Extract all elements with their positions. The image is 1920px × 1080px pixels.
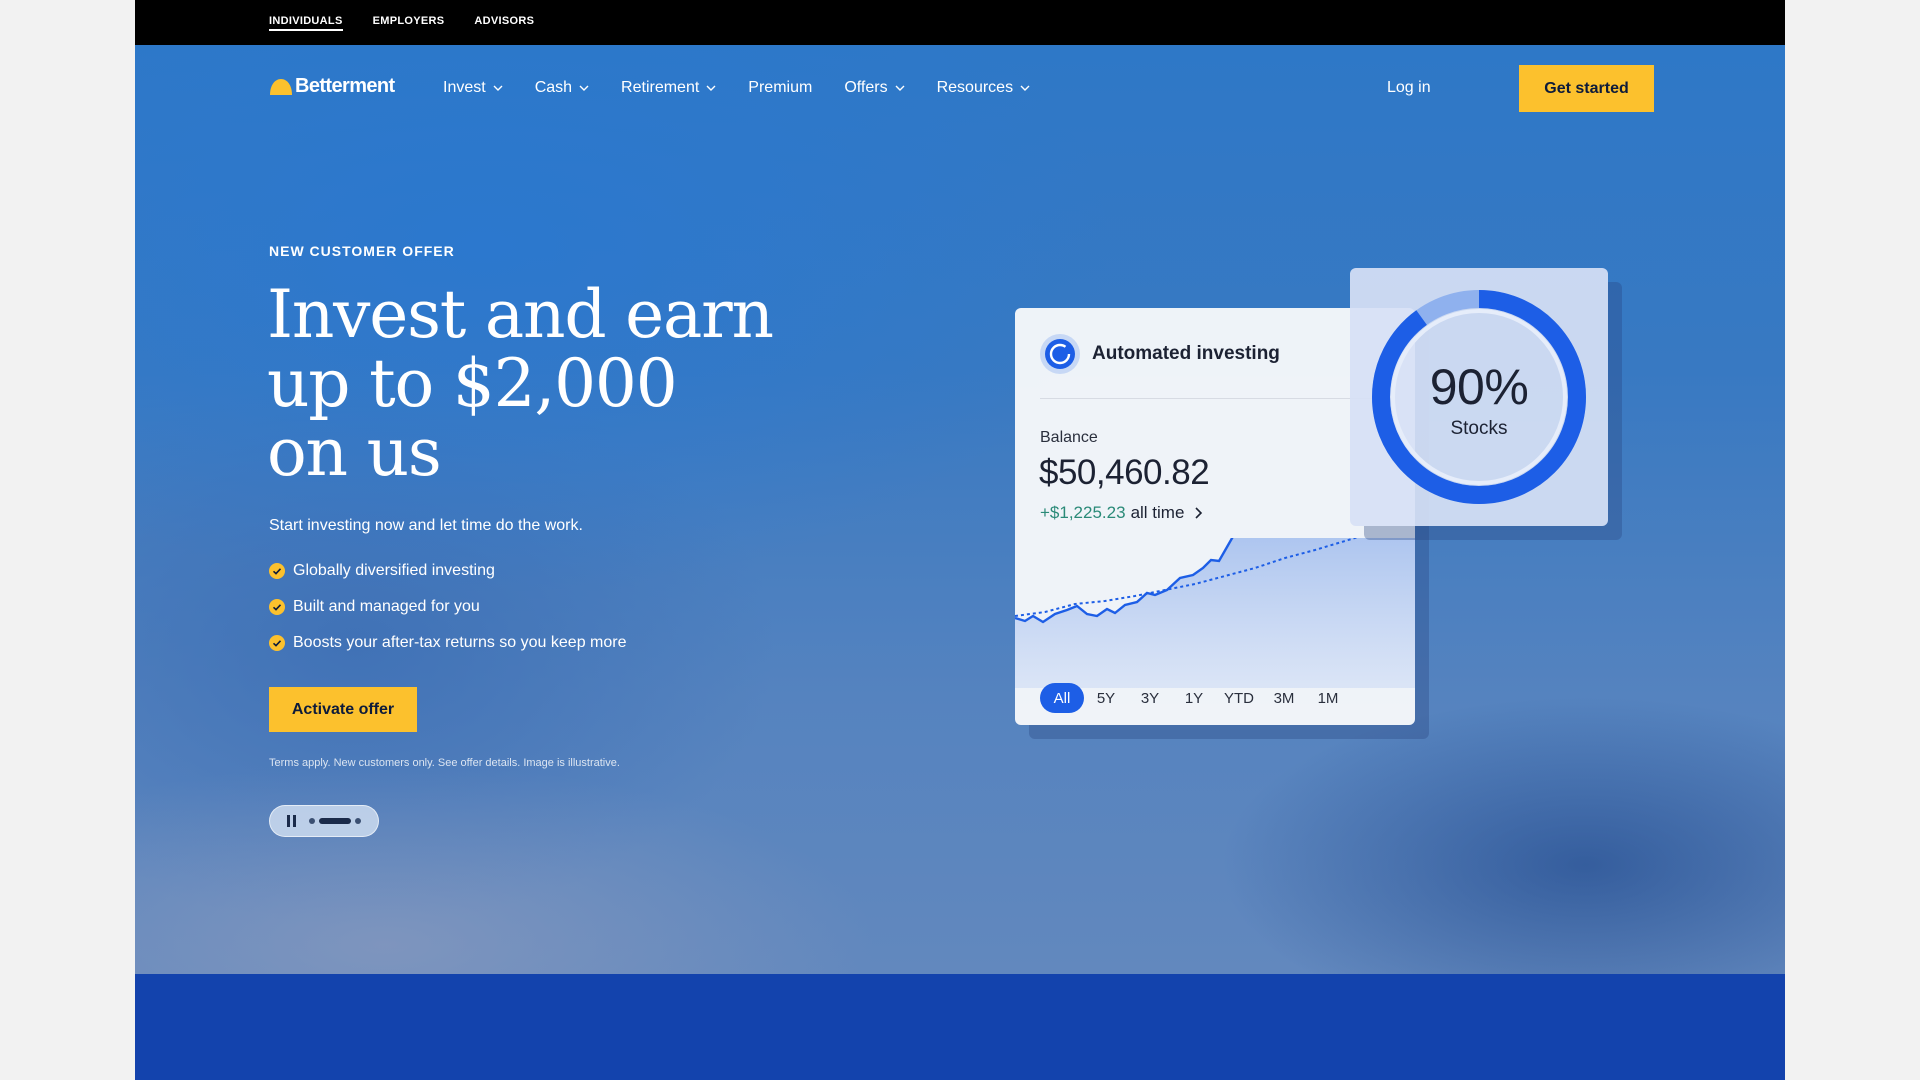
hero-subhead: Start investing now and let time do the … [269, 517, 583, 534]
range-tab-all[interactable]: All [1040, 683, 1084, 713]
range-tab-3y[interactable]: 3Y [1128, 683, 1172, 713]
carousel-dot[interactable] [309, 818, 315, 824]
check-circle-icon [269, 635, 285, 651]
benefit-text: Globally diversified investing [293, 562, 495, 579]
card-title: Automated investing [1092, 343, 1280, 364]
benefit-text: Boosts your after-tax returns so you kee… [293, 634, 627, 651]
get-started-button[interactable]: Get started [1519, 65, 1654, 112]
chevron-down-icon [706, 85, 716, 91]
nav-item-label: Retirement [621, 79, 700, 96]
nav-item-cash[interactable]: Cash [535, 79, 589, 97]
chevron-down-icon [493, 85, 503, 91]
stocks-allocation-card: 90% Stocks [1350, 268, 1608, 526]
nav-item-label: Offers [844, 79, 888, 96]
activate-offer-button[interactable]: Activate offer [269, 687, 417, 732]
benefit-item: Boosts your after-tax returns so you kee… [269, 625, 626, 661]
gain-suffix: all time [1130, 503, 1185, 522]
check-circle-icon [269, 563, 285, 579]
nav-item-label: Premium [748, 79, 813, 96]
chevron-down-icon [579, 85, 589, 91]
benefit-list: Globally diversified investing Built and… [269, 553, 626, 661]
page: INDIVIDUALS EMPLOYERS ADVISORS Bettermen… [135, 0, 1785, 1080]
nav-item-label: Invest [443, 79, 486, 96]
range-tab-3m[interactable]: 3M [1262, 683, 1306, 713]
chevron-down-icon [895, 85, 905, 91]
nav-menu: Invest Cash Retirement Premium Offers Re… [443, 79, 1062, 97]
gain-link[interactable]: +$1,225.23 all time [1040, 503, 1203, 523]
audience-link-employers[interactable]: EMPLOYERS [373, 15, 445, 31]
pause-icon[interactable] [286, 815, 297, 827]
stocks-percent: 90% [1429, 359, 1529, 415]
carousel-controls [269, 805, 379, 837]
range-tab-ytd[interactable]: YTD [1216, 683, 1262, 713]
headline-line: on us [267, 414, 442, 491]
login-link[interactable]: Log in [1387, 79, 1431, 97]
nav-item-offers[interactable]: Offers [844, 79, 905, 97]
range-tab-1m[interactable]: 1M [1306, 683, 1350, 713]
stocks-label: Stocks [1450, 418, 1508, 439]
nav-item-retirement[interactable]: Retirement [621, 79, 716, 97]
logo-text: Betterment [295, 75, 395, 97]
carousel-dot-active[interactable] [319, 818, 351, 824]
range-tab-5y[interactable]: 5Y [1084, 683, 1128, 713]
nav-item-resources[interactable]: Resources [937, 79, 1030, 97]
headline-line: up to $2,000 [267, 345, 678, 422]
hero-section: Betterment Invest Cash Retirement Premiu… [135, 45, 1785, 974]
benefit-item: Globally diversified investing [269, 553, 626, 589]
nav-item-label: Cash [534, 79, 573, 96]
balance-label: Balance [1040, 429, 1098, 446]
chevron-right-icon [1195, 507, 1203, 519]
carousel-dots [309, 818, 361, 824]
automated-investing-icon [1040, 334, 1080, 374]
balance-value: $50,460.82 [1039, 453, 1210, 492]
check-circle-icon [269, 599, 285, 615]
logo[interactable]: Betterment [269, 75, 395, 98]
benefit-item: Built and managed for you [269, 589, 626, 625]
nav-item-label: Resources [936, 79, 1014, 96]
benefit-text: Built and managed for you [293, 598, 480, 615]
range-tabs: All 5Y 3Y 1Y YTD 3M 1M [1040, 683, 1350, 713]
nav-item-invest[interactable]: Invest [443, 79, 503, 97]
chevron-down-icon [1020, 85, 1030, 91]
hero-headline: Invest and earn up to $2,000 on us [267, 280, 787, 487]
offer-eyebrow: NEW CUSTOMER OFFER [269, 243, 455, 259]
gain-value: +$1,225.23 [1040, 503, 1126, 522]
main-nav: Betterment Invest Cash Retirement Premiu… [269, 65, 1654, 113]
logo-mark-icon [270, 79, 292, 95]
balance-chart [1015, 538, 1415, 688]
audience-bar: INDIVIDUALS EMPLOYERS ADVISORS [135, 0, 1785, 45]
range-tab-1y[interactable]: 1Y [1172, 683, 1216, 713]
card-header: Automated investing [1040, 334, 1280, 374]
carousel-dot[interactable] [355, 818, 361, 824]
divider [1040, 398, 1380, 399]
terms-text: Terms apply. New customers only. See off… [269, 757, 620, 769]
nav-item-premium[interactable]: Premium [748, 79, 812, 97]
audience-link-individuals[interactable]: INDIVIDUALS [269, 15, 343, 31]
audience-link-advisors[interactable]: ADVISORS [474, 15, 534, 31]
headline-line: Invest and earn [267, 276, 774, 353]
